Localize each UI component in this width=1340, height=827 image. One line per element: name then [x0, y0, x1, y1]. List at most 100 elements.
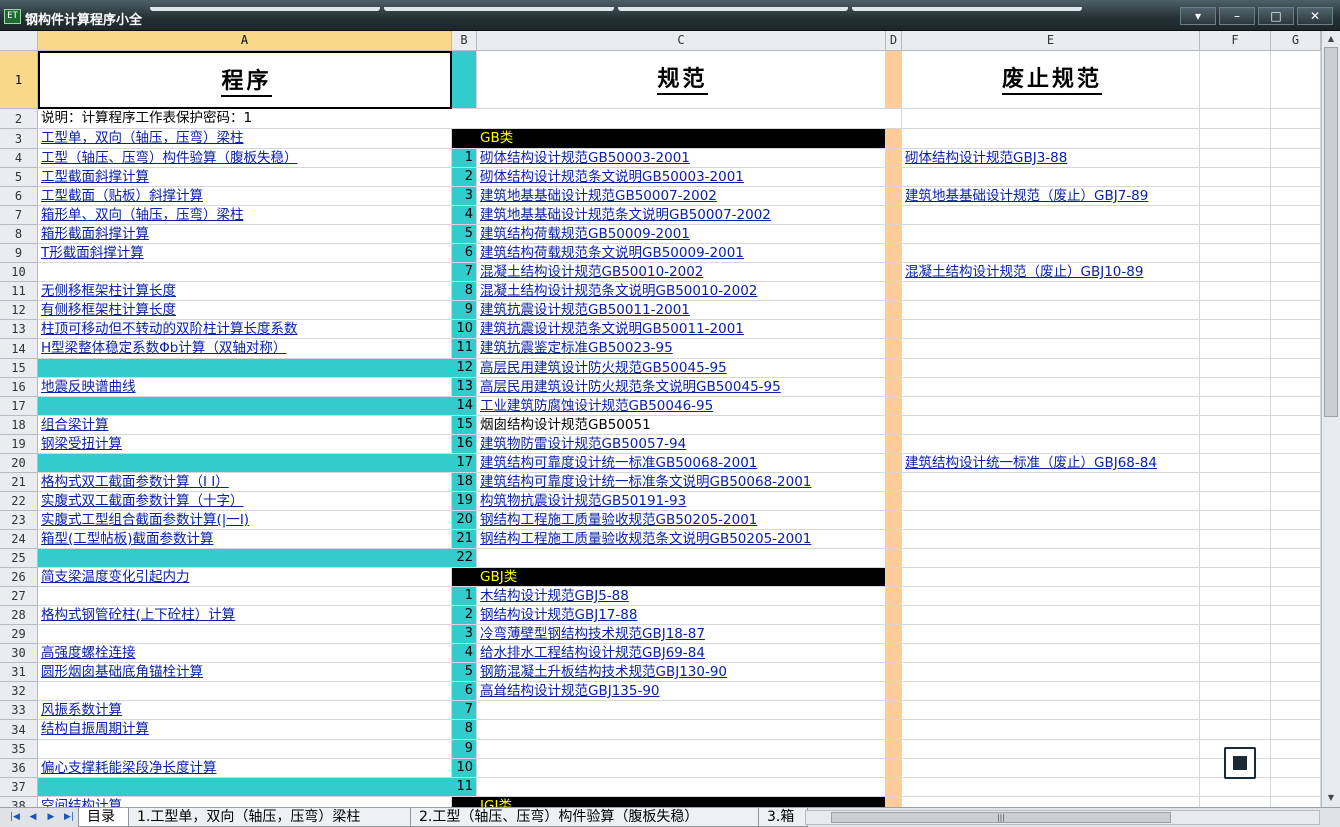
- standard-link[interactable]: 建筑结构可靠度设计统一标准GB50068-2001: [477, 454, 886, 473]
- cell[interactable]: [886, 435, 902, 454]
- cell[interactable]: [886, 644, 902, 663]
- standard-link[interactable]: 烟囱结构设计规范GB50051: [477, 416, 886, 435]
- standard-link[interactable]: 混凝土结构设计规范GB50010-2002: [477, 263, 886, 282]
- row-header[interactable]: 18: [0, 416, 38, 435]
- vertical-scroll-thumb[interactable]: [1324, 47, 1338, 417]
- program-link[interactable]: 工型截面（贴板）斜撑计算: [38, 187, 452, 206]
- cell[interactable]: [886, 244, 902, 263]
- cell[interactable]: [1271, 797, 1321, 807]
- cell[interactable]: [886, 511, 902, 530]
- cell[interactable]: [886, 206, 902, 225]
- program-link[interactable]: 结构自振周期计算: [38, 720, 452, 740]
- cell[interactable]: [1271, 644, 1321, 663]
- sheet-tab[interactable]: 3.箱: [758, 808, 808, 827]
- cell[interactable]: [1271, 530, 1321, 549]
- row-header[interactable]: 3: [0, 129, 38, 149]
- cell[interactable]: [902, 682, 1200, 701]
- program-link[interactable]: 工型单，双向（轴压，压弯）梁柱: [38, 129, 452, 149]
- cell[interactable]: [1271, 206, 1321, 225]
- cell[interactable]: [902, 378, 1200, 397]
- standard-link[interactable]: 建筑结构可靠度设计统一标准条文说明GB50068-2001: [477, 473, 886, 492]
- cell[interactable]: [902, 549, 1200, 568]
- row-header[interactable]: 34: [0, 720, 38, 740]
- program-link[interactable]: 工型（轴压、压弯）构件验算（腹板失稳）: [38, 149, 452, 168]
- cell[interactable]: [886, 682, 902, 701]
- cell[interactable]: [886, 378, 902, 397]
- standard-link[interactable]: 木结构设计规范GBJ5-88: [477, 587, 886, 606]
- row-header[interactable]: 27: [0, 587, 38, 606]
- row-header[interactable]: 21: [0, 473, 38, 492]
- row-header[interactable]: 35: [0, 740, 38, 759]
- cell[interactable]: [902, 759, 1200, 778]
- cell[interactable]: [902, 663, 1200, 682]
- cell[interactable]: [38, 625, 452, 644]
- select-all-corner[interactable]: [0, 31, 38, 51]
- cell[interactable]: [886, 129, 902, 149]
- column-header-e[interactable]: E: [902, 31, 1200, 51]
- cell[interactable]: [1271, 282, 1321, 301]
- row-header[interactable]: 31: [0, 663, 38, 682]
- cell[interactable]: [1271, 378, 1321, 397]
- cell[interactable]: [886, 663, 902, 682]
- cell[interactable]: [886, 225, 902, 244]
- standard-link[interactable]: 建筑结构荷载规范GB50009-2001: [477, 225, 886, 244]
- cell[interactable]: [886, 625, 902, 644]
- standard-link[interactable]: 砌体结构设计规范条文说明GB50003-2001: [477, 168, 886, 187]
- cell[interactable]: [902, 206, 1200, 225]
- cell[interactable]: [1200, 568, 1271, 587]
- obsolete-link[interactable]: 建筑地基基础设计规范（废止）GBJ7-89: [902, 187, 1271, 206]
- obsolete-link[interactable]: 建筑结构设计统一标准（废止）GBJ68-84: [902, 454, 1271, 473]
- standard-link[interactable]: 建筑地基基础设计规范GB50007-2002: [477, 187, 886, 206]
- cell[interactable]: [886, 587, 902, 606]
- cell[interactable]: [886, 187, 902, 206]
- cell[interactable]: [1200, 109, 1271, 129]
- cell[interactable]: [902, 778, 1200, 797]
- cell[interactable]: [1271, 511, 1321, 530]
- cell[interactable]: [886, 454, 902, 473]
- next-sheet-icon[interactable]: ▶: [44, 811, 58, 824]
- cell[interactable]: [1271, 320, 1321, 339]
- program-link[interactable]: 空间结构计算: [38, 797, 452, 807]
- standard-link[interactable]: 建筑结构荷载规范条文说明GB50009-2001: [477, 244, 886, 263]
- cell[interactable]: [1271, 720, 1321, 740]
- cell[interactable]: [902, 129, 1200, 149]
- cell[interactable]: [1200, 339, 1271, 359]
- cell[interactable]: [1200, 129, 1271, 149]
- cell[interactable]: [902, 644, 1200, 663]
- cell[interactable]: [1200, 51, 1271, 109]
- cell[interactable]: [1271, 187, 1321, 206]
- program-link[interactable]: 柱顶可移动但不转动的双阶柱计算长度系数: [38, 320, 452, 339]
- column-header-c[interactable]: C: [477, 31, 886, 51]
- sheet-tab[interactable]: 2.工型（轴压、压弯）构件验算（腹板失稳）: [410, 808, 760, 827]
- cell[interactable]: [1271, 244, 1321, 263]
- standard-link[interactable]: 建筑物防雷设计规范GB50057-94: [477, 435, 886, 454]
- cell[interactable]: [1200, 282, 1271, 301]
- cell[interactable]: [886, 568, 902, 587]
- cell[interactable]: [886, 359, 902, 378]
- scroll-down-icon[interactable]: ▼: [1324, 791, 1338, 804]
- cell[interactable]: [1200, 359, 1271, 378]
- cell[interactable]: [902, 530, 1200, 549]
- last-sheet-icon[interactable]: ▶|: [62, 811, 76, 824]
- cell[interactable]: [38, 682, 452, 701]
- row-header[interactable]: 33: [0, 701, 38, 720]
- cell[interactable]: [1271, 359, 1321, 378]
- cell[interactable]: [1271, 625, 1321, 644]
- cell[interactable]: [902, 492, 1200, 511]
- cell[interactable]: [902, 797, 1200, 807]
- row-header[interactable]: 25: [0, 549, 38, 568]
- row-header[interactable]: 24: [0, 530, 38, 549]
- spreadsheet-grid[interactable]: A B C D E F G 1 2 3 4 5 6 7 8 9 10 11 12 13 14 15 16 17 18 19 20 21…: [0, 31, 1340, 807]
- standard-link[interactable]: 高层民用建筑设计防火规范GB50045-95: [477, 359, 886, 378]
- program-link[interactable]: 箱形单、双向（轴压，压弯）梁柱: [38, 206, 452, 225]
- fullscreen-icon[interactable]: [1224, 747, 1256, 779]
- cell[interactable]: [1271, 778, 1321, 797]
- cell[interactable]: [902, 568, 1200, 587]
- program-link[interactable]: 地震反映谱曲线: [38, 378, 452, 397]
- cell[interactable]: [886, 397, 902, 416]
- cell[interactable]: [886, 720, 902, 740]
- column-header-b[interactable]: B: [452, 31, 477, 51]
- row-header[interactable]: 7: [0, 206, 38, 225]
- cell[interactable]: [1200, 606, 1271, 625]
- cell[interactable]: [1200, 473, 1271, 492]
